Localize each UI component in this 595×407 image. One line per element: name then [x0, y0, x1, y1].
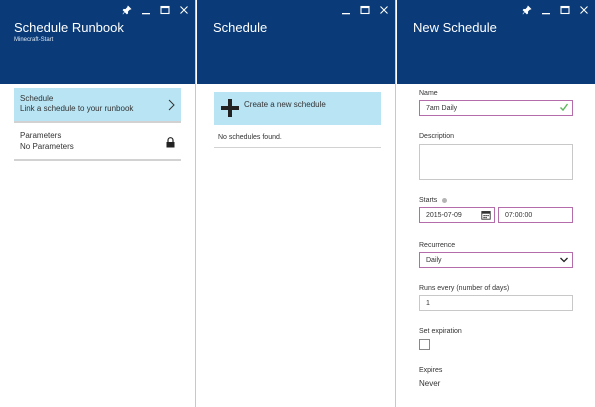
close-icon[interactable]: [579, 5, 589, 15]
calendar-icon[interactable]: [481, 210, 491, 222]
maximize-icon[interactable]: [360, 5, 370, 15]
pin-icon[interactable]: [122, 5, 132, 15]
recurrence-label: Recurrence: [419, 242, 456, 249]
blade-header: New Schedule: [397, 0, 595, 84]
recurrence-select[interactable]: Daily: [419, 252, 573, 268]
chevron-right-icon: [168, 98, 175, 116]
maximize-icon[interactable]: [560, 5, 570, 15]
recurrence-value: Daily: [426, 256, 442, 264]
blade-controls: [122, 5, 189, 15]
parameters-item-label: Parameters: [20, 131, 62, 140]
start-time-field[interactable]: 07:00:00: [498, 207, 573, 223]
blade-title: New Schedule: [413, 20, 497, 35]
description-field[interactable]: [419, 144, 573, 180]
name-value: 7am Daily: [426, 104, 458, 112]
set-expiration-label: Set expiration: [419, 328, 462, 335]
name-field[interactable]: 7am Daily: [419, 100, 573, 116]
start-date-value: 2015-07-09: [426, 211, 462, 219]
expires-value: Never: [419, 379, 441, 388]
description-label: Description: [419, 133, 455, 140]
schedule-item-value: Link a schedule to your runbook: [20, 104, 134, 113]
parameters-item-value: No Parameters: [20, 142, 74, 151]
blade-title: Schedule Runbook: [14, 20, 124, 35]
pin-icon[interactable]: [522, 5, 532, 15]
start-date-field[interactable]: 2015-07-09: [419, 207, 495, 223]
blade-subtitle: Minecraft-Start: [14, 37, 54, 43]
name-label: Name: [419, 90, 438, 97]
checkmark-icon: [559, 102, 569, 114]
expires-label: Expires: [419, 367, 443, 374]
lock-icon: [166, 135, 175, 153]
runs-every-label: Runs every (number of days): [419, 285, 510, 292]
blade-controls: [341, 5, 389, 15]
maximize-icon[interactable]: [160, 5, 170, 15]
new-schedule-blade: New Schedule Name 7am Daily Description …: [397, 0, 595, 407]
schedule-item[interactable]: Schedule Link a schedule to your runbook: [14, 88, 181, 123]
blade-controls: [522, 5, 589, 15]
schedule-item-label: Schedule: [20, 94, 54, 103]
divider: [214, 147, 381, 148]
runs-every-value: 1: [426, 299, 430, 307]
create-schedule-button[interactable]: Create a new schedule: [214, 92, 381, 125]
blade-header: Schedule Runbook Minecraft-Start: [0, 0, 195, 84]
close-icon[interactable]: [379, 5, 389, 15]
minimize-icon[interactable]: [541, 5, 551, 15]
create-schedule-label: Create a new schedule: [244, 100, 326, 109]
schedule-runbook-blade: Schedule Runbook Minecraft-Start Schedul…: [0, 0, 196, 407]
close-icon[interactable]: [179, 5, 189, 15]
set-expiration-checkbox[interactable]: [419, 339, 430, 350]
starts-label: Starts: [419, 197, 448, 204]
info-icon[interactable]: [442, 197, 448, 203]
schedule-blade: Schedule Create a new schedule No schedu…: [197, 0, 396, 407]
blade-title: Schedule: [213, 20, 268, 35]
minimize-icon[interactable]: [141, 5, 151, 15]
start-time-value: 07:00:00: [505, 211, 533, 219]
runs-every-field[interactable]: 1: [419, 295, 573, 311]
empty-state-text: No schedules found.: [218, 134, 282, 141]
starts-label-text: Starts: [419, 197, 438, 204]
minimize-icon[interactable]: [341, 5, 351, 15]
blade-header: Schedule: [197, 0, 395, 84]
plus-icon: [220, 98, 240, 123]
chevron-down-icon: [559, 256, 569, 266]
parameters-item[interactable]: Parameters No Parameters: [14, 127, 181, 161]
